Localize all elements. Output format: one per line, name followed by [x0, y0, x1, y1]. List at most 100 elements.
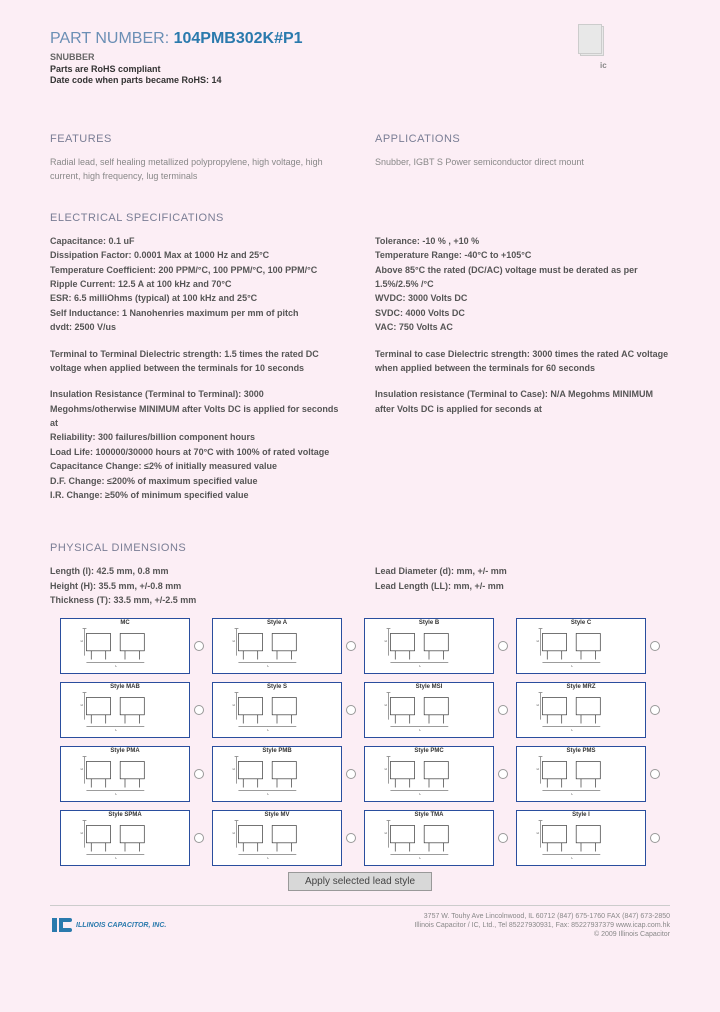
footer-logo: ILLINOIS CAPACITOR, INC. [50, 916, 166, 934]
diagram-box: Style PMS H L [516, 746, 646, 802]
diagram-radio[interactable] [346, 769, 356, 779]
svg-text:H: H [81, 831, 83, 835]
applications-title: APPLICATIONS [375, 133, 670, 145]
diagrams-grid: MCHLStyle AHLStyle BHLStyle CHLStyle MAB… [50, 618, 670, 866]
spec-temp-coef: Temperature Coefficient: 200 PPM/°C, 100… [50, 263, 345, 277]
diagram-cell: Style TMA H L [364, 810, 508, 866]
svg-text:H: H [537, 767, 539, 771]
phys-title: PHYSICAL DIMENSIONS [50, 542, 670, 554]
diagram-cell: Style MABHL [60, 682, 204, 738]
spec-ins-case: Insulation resistance (Terminal to Case)… [375, 387, 670, 416]
diagram-radio[interactable] [498, 705, 508, 715]
diagram-title: Style SPMA [108, 812, 141, 818]
svg-text:L: L [267, 728, 269, 732]
svg-text:L: L [267, 792, 269, 796]
footer-company-name: ILLINOIS CAPACITOR, INC. [76, 922, 166, 929]
diagram-radio[interactable] [650, 769, 660, 779]
diagram-title: MC [120, 620, 129, 626]
diagram-box: Style SPMA H L [60, 810, 190, 866]
spec-svdc: SVDC: 4000 Volts DC [375, 306, 670, 320]
svg-text:H: H [385, 831, 387, 835]
diagram-radio[interactable] [498, 641, 508, 651]
ic-logo-icon [50, 916, 72, 934]
spec-temp-range: Temperature Range: -40°C to +105°C [375, 248, 670, 262]
diagram-title: Style A [267, 620, 287, 626]
spec-df-change: D.F. Change: ≤200% of maximum specified … [50, 474, 345, 488]
diagram-title: Style TMA [414, 812, 443, 818]
diagram-radio[interactable] [346, 833, 356, 843]
subtitle: SNUBBER [50, 52, 670, 62]
diagram-radio[interactable] [650, 833, 660, 843]
diagram-cell: Style MRZHL [516, 682, 660, 738]
svg-text:H: H [81, 703, 83, 707]
diagram-cell: Style MSIHL [364, 682, 508, 738]
elec-title: ELECTRICAL SPECIFICATIONS [50, 212, 670, 224]
svg-text:H: H [537, 639, 539, 643]
diagram-radio[interactable] [650, 641, 660, 651]
diagram-radio[interactable] [498, 833, 508, 843]
spec-cap-change: Capacitance Change: ≤2% of initially mea… [50, 459, 345, 473]
svg-text:L: L [267, 664, 269, 668]
svg-text:L: L [419, 792, 421, 796]
svg-text:L: L [419, 728, 421, 732]
diagram-box: MCHL [60, 618, 190, 674]
spec-term-case: Terminal to case Dielectric strength: 30… [375, 347, 670, 376]
diagram-cell: Style B H L [364, 618, 508, 674]
svg-text:L: L [419, 664, 421, 668]
diagram-radio[interactable] [194, 641, 204, 651]
diagram-box: Style MRZHL [516, 682, 646, 738]
diagram-box: Style IHL [516, 810, 646, 866]
diagram-title: Style MV [264, 812, 289, 818]
spec-ir-change: I.R. Change: ≥50% of minimum specified v… [50, 488, 345, 502]
svg-text:L: L [571, 792, 573, 796]
spec-ins-res: Insulation Resistance (Terminal to Termi… [50, 387, 345, 430]
diagram-cell: Style A H L [212, 618, 356, 674]
diagram-radio[interactable] [346, 641, 356, 651]
spec-ripple: Ripple Current: 12.5 A at 100 kHz and 70… [50, 277, 345, 291]
diagram-title: Style I [572, 812, 590, 818]
diagram-radio[interactable] [650, 705, 660, 715]
spec-term-diel: Terminal to Terminal Dielectric strength… [50, 347, 345, 376]
diagram-radio[interactable] [346, 705, 356, 715]
diagram-cell: Style PMCHL [364, 746, 508, 802]
phys-length: Length (l): 42.5 mm, 0.8 mm [50, 564, 345, 578]
component-image: ic [578, 24, 630, 76]
diagram-radio[interactable] [194, 769, 204, 779]
spec-self-ind: Self Inductance: 1 Nanohenries maximum p… [50, 306, 345, 320]
footer-address: 3757 W. Touhy Ave Lincolnwood, IL 60712 … [414, 912, 670, 939]
diagram-title: Style B [419, 620, 439, 626]
svg-text:H: H [537, 703, 539, 707]
rohs-text: Parts are RoHS compliant [50, 64, 670, 74]
diagram-box: Style S H L [212, 682, 342, 738]
diagram-cell: Style IHL [516, 810, 660, 866]
diagram-radio[interactable] [194, 833, 204, 843]
diagram-cell: Style MVHL [212, 810, 356, 866]
diagram-radio[interactable] [194, 705, 204, 715]
spec-capacitance: Capacitance: 0.1 uF [50, 234, 345, 248]
diagram-box: Style MVHL [212, 810, 342, 866]
svg-text:H: H [233, 767, 235, 771]
diagram-radio[interactable] [498, 769, 508, 779]
spec-above: Above 85°C the rated (DC/AC) voltage mus… [375, 263, 670, 292]
apply-lead-style-button[interactable]: Apply selected lead style [288, 872, 432, 891]
spec-reliability: Reliability: 300 failures/billion compon… [50, 430, 345, 444]
diagram-box: Style PMBHL [212, 746, 342, 802]
diagram-box: Style PMCHL [364, 746, 494, 802]
svg-text:L: L [115, 856, 117, 860]
svg-text:L: L [115, 792, 117, 796]
svg-text:H: H [233, 639, 235, 643]
svg-text:H: H [537, 831, 539, 835]
diagram-title: Style PMA [110, 748, 139, 754]
svg-text:H: H [81, 767, 83, 771]
svg-text:H: H [233, 831, 235, 835]
spec-dvdt: dvdt: 2500 V/us [50, 320, 345, 334]
svg-text:H: H [233, 703, 235, 707]
diagram-box: Style PMA H L [60, 746, 190, 802]
svg-text:L: L [419, 856, 421, 860]
part-number-label: PART NUMBER: [50, 30, 174, 47]
diagram-title: Style PMS [566, 748, 595, 754]
diagram-box: Style TMA H L [364, 810, 494, 866]
svg-text:L: L [571, 664, 573, 668]
svg-text:H: H [385, 639, 387, 643]
diagram-title: Style S [267, 684, 287, 690]
